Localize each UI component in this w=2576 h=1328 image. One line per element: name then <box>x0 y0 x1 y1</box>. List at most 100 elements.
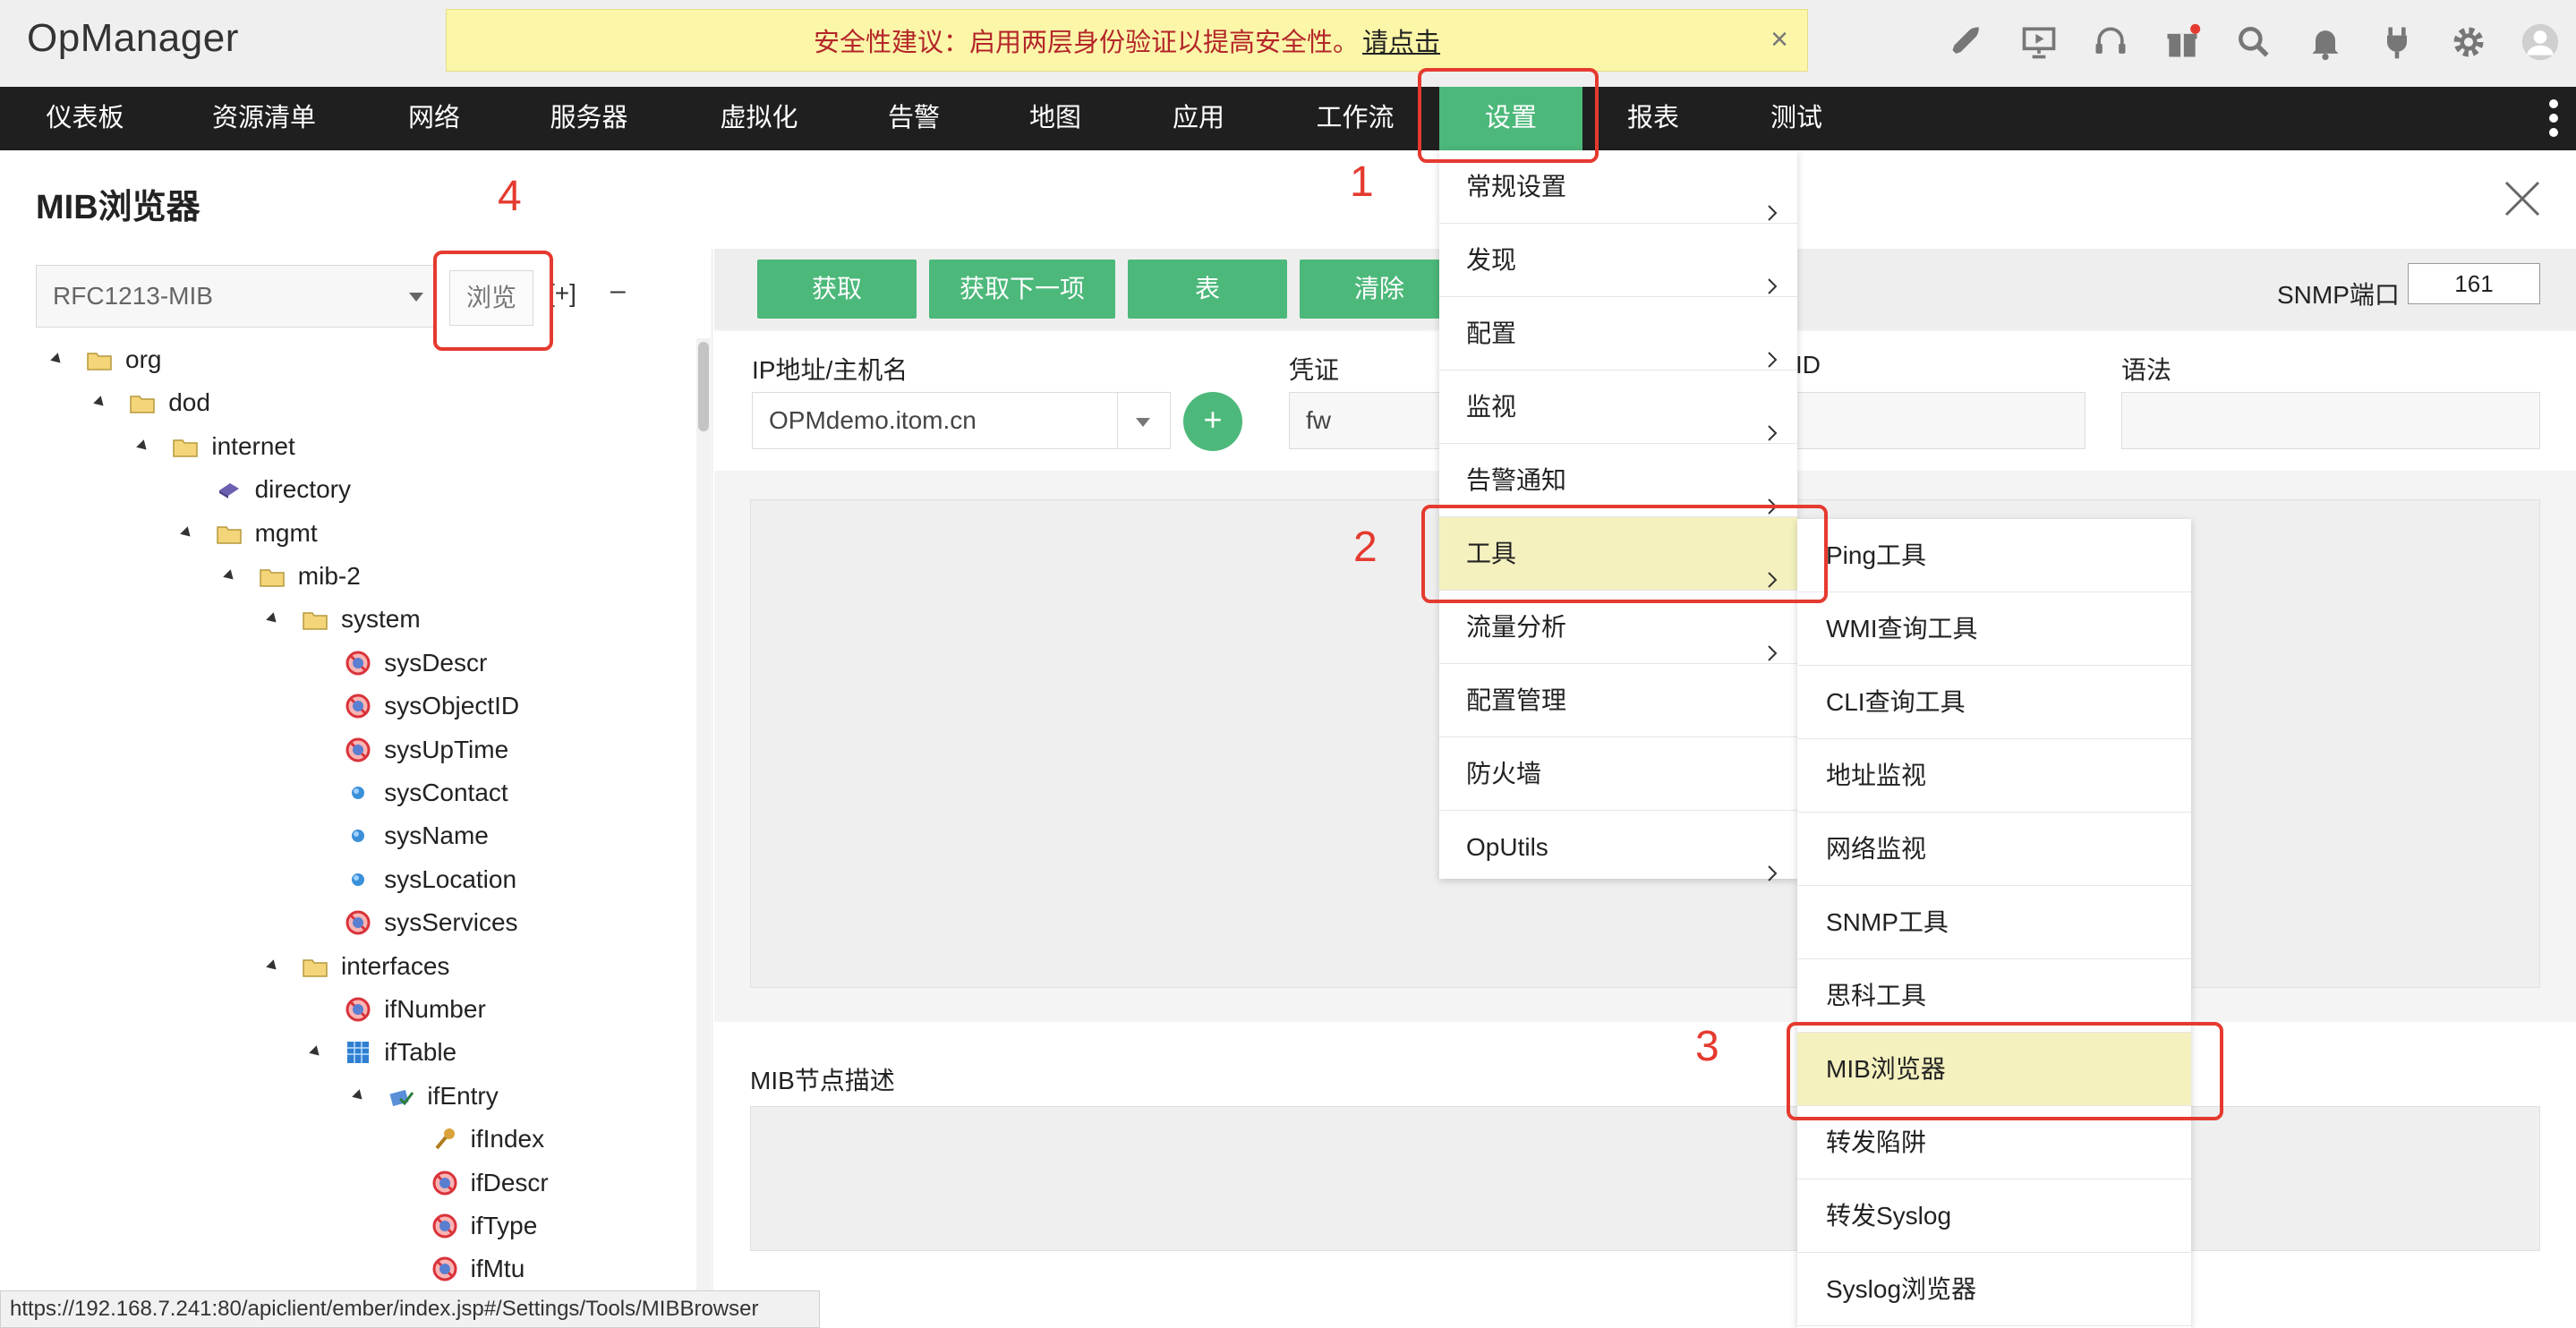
tree-node[interactable]: sysName <box>311 814 489 857</box>
get-button[interactable]: 获取 <box>757 260 917 319</box>
host-input[interactable]: OPMdemo.itom.cn <box>752 392 1171 449</box>
tree-node[interactable]: internet <box>136 425 295 468</box>
tree-node[interactable]: system <box>266 598 421 641</box>
expander-triangle-icon[interactable] <box>352 1089 367 1103</box>
expander-triangle-icon[interactable] <box>50 353 64 367</box>
collapse-all-button[interactable]: – <box>610 276 626 306</box>
menu-item-label: 发现 <box>1466 246 1517 274</box>
tree-node[interactable]: sysUpTime <box>311 728 508 771</box>
presentation-icon[interactable] <box>2003 13 2075 72</box>
tree-node[interactable]: ifTable <box>309 1031 456 1074</box>
tools-menu-item[interactable]: Syslog浏览器 <box>1797 1253 2191 1326</box>
table-icon <box>345 1039 371 1066</box>
nav-virtualization[interactable]: 虚拟化 <box>707 87 811 150</box>
tree-node[interactable]: interfaces <box>266 945 449 988</box>
get-next-button[interactable]: 获取下一项 <box>929 260 1115 319</box>
tools-menu-item[interactable]: CLI查询工具 <box>1797 666 2191 739</box>
nav-apps[interactable]: 应用 <box>1158 87 1239 150</box>
description-box[interactable] <box>750 1106 2540 1251</box>
nav-workflow[interactable]: 工作流 <box>1303 87 1407 150</box>
no-access-icon <box>345 736 371 763</box>
headset-icon[interactable] <box>2075 13 2146 72</box>
folder-icon <box>302 953 328 980</box>
menu-item-label: 思科工具 <box>1826 982 1927 1009</box>
nav-reports[interactable]: 报表 <box>1613 87 1693 150</box>
tree-node-label: ifMtu <box>470 1255 525 1283</box>
oid-input[interactable] <box>1796 392 2086 449</box>
rocket-icon[interactable] <box>1932 13 2003 72</box>
nav-alarms[interactable]: 告警 <box>874 87 954 150</box>
tree-node[interactable]: ifNumber <box>311 988 486 1031</box>
syntax-input[interactable] <box>2121 392 2540 449</box>
host-label: IP地址/主机名 <box>752 356 908 384</box>
snmp-port-input[interactable]: 161 <box>2408 263 2540 304</box>
tree-node[interactable]: ifDescr <box>397 1162 549 1205</box>
gear-icon[interactable] <box>2433 13 2504 72</box>
brand-logo[interactable]: OpManager <box>27 16 239 61</box>
nav-inventory[interactable]: 资源清单 <box>199 87 329 150</box>
expander-triangle-icon[interactable] <box>223 569 237 583</box>
tree-node[interactable]: sysContact <box>311 771 508 814</box>
tools-menu-item[interactable]: Ping工具 <box>1797 519 2191 592</box>
expander-triangle-icon[interactable] <box>136 439 151 454</box>
avatar-icon[interactable] <box>2504 13 2576 72</box>
annotation-box-3 <box>1787 1022 2223 1120</box>
expander-triangle-icon[interactable] <box>179 525 194 541</box>
tools-menu-item[interactable]: SNMP工具 <box>1797 886 2191 959</box>
tools-menu-item[interactable]: 地址监视 <box>1797 739 2191 813</box>
tree-node[interactable]: sysObjectID <box>311 685 519 728</box>
menu-item-label: 配置管理 <box>1466 686 1567 714</box>
expander-triangle-icon[interactable] <box>266 612 280 627</box>
banner-close-icon[interactable]: × <box>1764 24 1795 55</box>
tools-menu-item[interactable]: WMI查询工具 <box>1797 592 2191 666</box>
settings-menu-item[interactable]: 防火墙 <box>1439 737 1797 811</box>
expander-triangle-icon[interactable] <box>309 1045 323 1060</box>
expander-triangle-icon[interactable] <box>93 396 107 411</box>
settings-menu-item[interactable]: 配置 <box>1439 297 1797 370</box>
tree-node[interactable]: directory <box>182 468 351 511</box>
menu-item-label: SNMP工具 <box>1826 908 1949 936</box>
tree-node[interactable]: ifMtu <box>397 1247 525 1290</box>
settings-menu-item[interactable]: 发现 <box>1439 224 1797 297</box>
bell-icon[interactable] <box>2290 13 2361 72</box>
plug-icon[interactable] <box>2361 13 2433 72</box>
gift-icon[interactable] <box>2146 13 2218 72</box>
nav-test[interactable]: 测试 <box>1756 87 1837 150</box>
tree-node[interactable]: mib-2 <box>223 555 361 598</box>
tree-node[interactable]: org <box>50 338 161 381</box>
tree-node-label: ifIndex <box>470 1125 545 1153</box>
tree-node[interactable]: dod <box>93 381 210 424</box>
settings-menu-item[interactable]: OpUtils <box>1439 811 1797 884</box>
add-host-button[interactable]: + <box>1183 392 1242 451</box>
menu-item-label: 转发Syslog <box>1826 1202 1952 1230</box>
table-button[interactable]: 表 <box>1128 260 1287 319</box>
description-label: MIB节点描述 <box>750 1067 895 1094</box>
tree-node[interactable]: ifEntry <box>352 1075 499 1118</box>
tree-node[interactable]: sysServices <box>311 901 518 944</box>
close-icon[interactable] <box>2503 179 2542 218</box>
expander-triangle-icon[interactable] <box>266 958 280 974</box>
settings-menu-item[interactable]: 配置管理 <box>1439 664 1797 737</box>
mib-select[interactable]: RFC1213-MIB <box>36 265 437 328</box>
chevron-down-icon[interactable] <box>1136 418 1150 427</box>
tree-node[interactable]: mgmt <box>179 512 318 555</box>
oid-label: ID <box>1796 351 1821 379</box>
settings-menu-item[interactable]: 监视 <box>1439 370 1797 444</box>
nav-servers[interactable]: 服务器 <box>537 87 641 150</box>
nav-maps[interactable]: 地图 <box>1015 87 1096 150</box>
tools-menu-item[interactable]: 网络监视 <box>1797 813 2191 886</box>
tree-node[interactable]: sysLocation <box>311 858 516 901</box>
clear-button[interactable]: 清除 <box>1300 260 1459 319</box>
nav-network[interactable]: 网络 <box>394 87 474 150</box>
annotation-number-1: 1 <box>1350 158 1374 206</box>
banner-link[interactable]: 请点击 <box>1362 21 1440 59</box>
more-menu-icon[interactable] <box>2549 99 2560 139</box>
tree-node[interactable]: ifIndex <box>397 1118 545 1161</box>
tree-scrollbar[interactable] <box>696 338 711 1323</box>
nav-dashboard[interactable]: 仪表板 <box>27 87 143 150</box>
tree-node[interactable]: sysDescr <box>311 642 487 685</box>
scrollbar-thumb[interactable] <box>698 342 709 431</box>
search-icon[interactable] <box>2218 13 2290 72</box>
tools-menu-item[interactable]: 转发Syslog <box>1797 1179 2191 1253</box>
tree-node[interactable]: ifType <box>397 1205 537 1247</box>
